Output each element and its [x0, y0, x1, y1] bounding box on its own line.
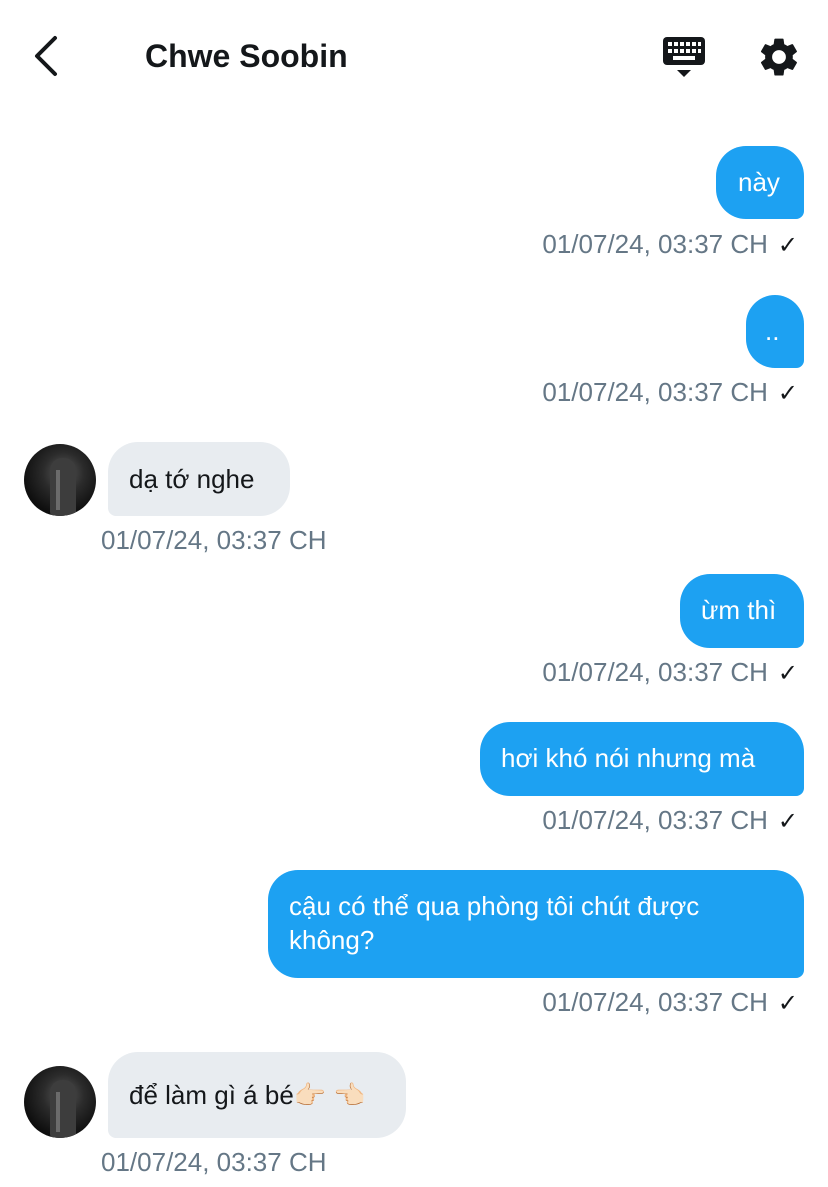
timestamp: 01/07/24, 03:37 CH [542, 987, 768, 1017]
timestamp: 01/07/24, 03:37 CH [542, 229, 768, 259]
contact-avatar[interactable] [24, 1066, 96, 1138]
message-meta: 01/07/24, 03:37 CH ✓ [542, 804, 798, 838]
message-bubble-outgoing[interactable]: cậu có thể qua phòng tôi chút được không… [268, 870, 804, 978]
message-list[interactable]: này 01/07/24, 03:37 CH ✓ .. 01/07/24, 03:… [0, 0, 828, 1187]
sent-check-icon: ✓ [777, 232, 798, 259]
message-text: để làm gì á bé👉🏻 👈🏻 [129, 1080, 366, 1110]
message-meta: 01/07/24, 03:37 CH ✓ [542, 986, 798, 1020]
message-bubble-outgoing[interactable]: .. [746, 295, 804, 368]
timestamp: 01/07/24, 03:37 CH [542, 377, 768, 407]
message-bubble-incoming[interactable]: dạ tớ nghe [108, 442, 290, 516]
sent-check-icon: ✓ [777, 990, 798, 1017]
message-text: ừm thì [701, 595, 777, 625]
timestamp: 01/07/24, 03:37 CH [542, 805, 768, 835]
message-meta: 01/07/24, 03:37 CH ✓ [542, 228, 798, 262]
message-meta: 01/07/24, 03:37 CH ✓ [542, 656, 798, 690]
message-meta: 01/07/24, 03:37 CH [101, 1146, 327, 1178]
timestamp: 01/07/24, 03:37 CH [542, 657, 768, 687]
timestamp: 01/07/24, 03:37 CH [101, 525, 327, 555]
timestamp: 01/07/24, 03:37 CH [101, 1147, 327, 1177]
sent-check-icon: ✓ [777, 808, 798, 835]
message-meta: 01/07/24, 03:37 CH [101, 524, 327, 556]
message-meta: 01/07/24, 03:37 CH ✓ [542, 376, 798, 410]
message-bubble-outgoing[interactable]: hơi khó nói nhưng mà [480, 722, 804, 796]
message-bubble-outgoing[interactable]: ừm thì [680, 574, 804, 648]
message-text: cậu có thể qua phòng tôi chút được không… [289, 891, 700, 955]
sent-check-icon: ✓ [777, 380, 798, 407]
message-text: .. [765, 316, 780, 346]
message-text: này [738, 167, 780, 197]
message-bubble-incoming[interactable]: để làm gì á bé👉🏻 👈🏻 [108, 1052, 406, 1138]
contact-avatar[interactable] [24, 444, 96, 516]
message-text: hơi khó nói nhưng mà [501, 743, 756, 773]
sent-check-icon: ✓ [777, 660, 798, 687]
message-text: dạ tớ nghe [129, 464, 255, 494]
message-bubble-outgoing[interactable]: này [716, 146, 804, 219]
